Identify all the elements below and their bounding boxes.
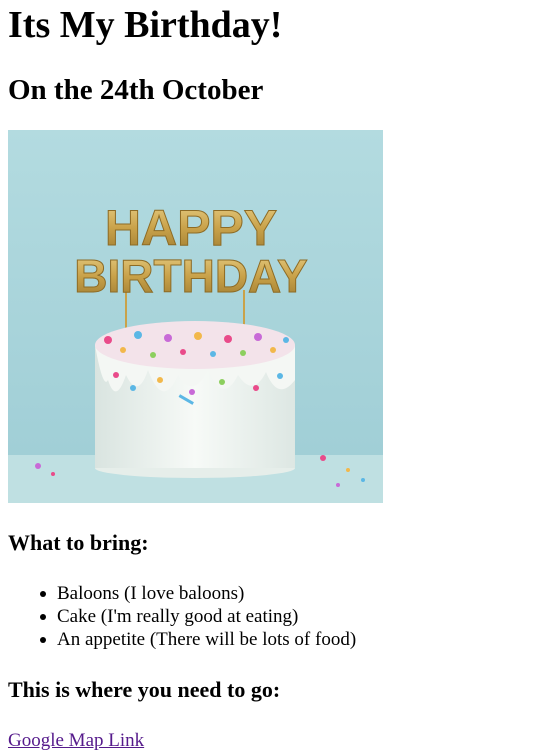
bullet-icon <box>40 591 46 597</box>
bring-list: Baloons (I love baloons) Cake (I'm reall… <box>8 582 548 651</box>
page-title: Its My Birthday! <box>8 4 283 46</box>
bullet-icon <box>40 614 46 620</box>
list-item: Cake (I'm really good at eating) <box>40 605 548 628</box>
page-subtitle: On the 24th October <box>8 74 264 106</box>
topper-line-2: BIRTHDAY <box>74 250 307 302</box>
location-heading: This is where you need to go: <box>8 677 281 702</box>
list-item: An appetite (There will be lots of food) <box>40 628 548 651</box>
birthday-cake-image: HAPPY BIRTHDAY <box>8 130 383 503</box>
list-item-text: Cake (I'm really good at eating) <box>57 606 299 627</box>
list-item: Baloons (I love baloons) <box>40 582 548 605</box>
what-to-bring-heading: What to bring: <box>8 530 149 555</box>
topper-line-1: HAPPY <box>105 200 277 256</box>
page-content: Its My Birthday! On the 24th October HAP… <box>8 0 548 750</box>
list-item-text: Baloons (I love baloons) <box>57 583 245 604</box>
list-item-text: An appetite (There will be lots of food) <box>57 629 357 650</box>
bullet-icon <box>40 637 46 643</box>
google-map-link[interactable]: Google Map Link <box>8 729 144 750</box>
